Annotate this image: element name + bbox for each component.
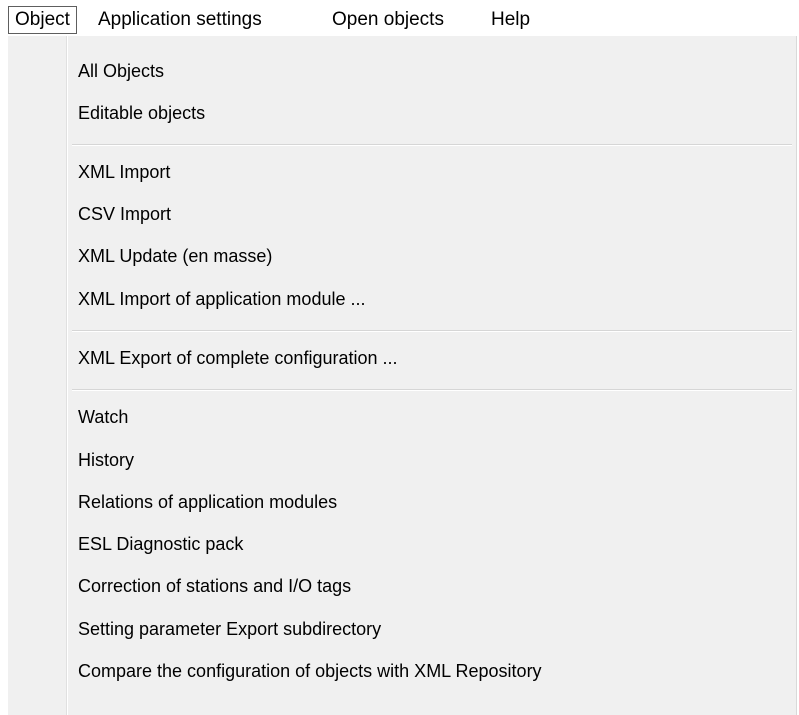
menu-item-all-objects[interactable]: All Objects: [78, 56, 164, 86]
menu-item-editable-objects[interactable]: Editable objects: [78, 98, 205, 128]
menu-item-correction-of-stations-and-io-tags[interactable]: Correction of stations and I/O tags: [78, 571, 351, 601]
menu-item-esl-diagnostic-pack[interactable]: ESL Diagnostic pack: [78, 529, 243, 559]
menu-item-xml-update[interactable]: XML Update (en masse): [78, 241, 272, 271]
menu-application-settings[interactable]: Application settings: [98, 6, 262, 34]
menu-object[interactable]: Object: [8, 6, 77, 34]
menu-item-setting-parameter-export-subdirectory[interactable]: Setting parameter Export subdirectory: [78, 614, 381, 644]
menu-item-xml-import-application-module[interactable]: XML Import of application module ...: [78, 284, 365, 314]
menu-separator: [72, 389, 792, 391]
icon-gutter-divider-highlight: [67, 36, 68, 715]
menu-item-csv-import[interactable]: CSV Import: [78, 199, 171, 229]
menu-separator: [72, 330, 792, 332]
object-dropdown-menu: All Objects Editable objects XML Import …: [8, 36, 797, 715]
menu-help[interactable]: Help: [491, 6, 530, 34]
menu-item-xml-import[interactable]: XML Import: [78, 157, 170, 187]
menu-item-relations-of-application-modules[interactable]: Relations of application modules: [78, 487, 337, 517]
menu-separator: [72, 144, 792, 146]
menu-open-objects[interactable]: Open objects: [332, 6, 444, 34]
menu-item-xml-export-complete-configuration[interactable]: XML Export of complete configuration ...: [78, 343, 398, 373]
menu-item-watch[interactable]: Watch: [78, 402, 128, 432]
menu-item-history[interactable]: History: [78, 445, 134, 475]
menu-item-compare-configuration-with-xml-repository[interactable]: Compare the configuration of objects wit…: [78, 656, 542, 686]
